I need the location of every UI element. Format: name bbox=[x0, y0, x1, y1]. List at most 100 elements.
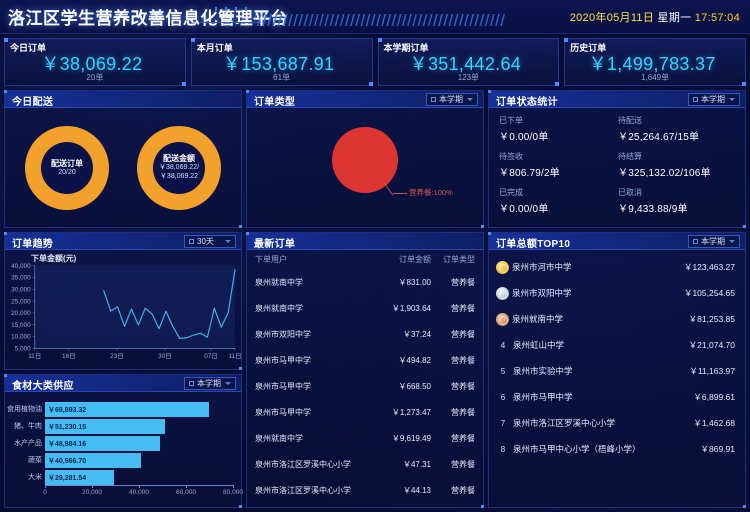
pie-leader-line-horizontal bbox=[393, 193, 407, 195]
panel-latest-orders: 最新订单 下单用户 订单金额 订单类型 泉州就南中学 ￥831.00 营养餐 泉州就南… bbox=[246, 232, 484, 512]
panel-body: 配送订单 20/20 配送金额 ￥38,069.22/ ￥38,069.22 bbox=[5, 108, 241, 227]
order-total-amount: ￥1,462.68 bbox=[693, 418, 735, 428]
panel-body: 泉州市河市中学 ￥123,463.27 泉州市双阳中学 ￥105,254.65 泉州就南… bbox=[489, 250, 745, 507]
status-value: ￥0.00/0单 bbox=[499, 204, 549, 215]
bar-value-label: ￥29,281.54 bbox=[48, 474, 87, 482]
list-item[interactable]: 7 泉州市洛江区罗溪中心小学 ￥1,462.68 bbox=[493, 410, 735, 436]
status-label: 已取消 bbox=[618, 188, 642, 197]
table-row[interactable]: 泉州市洛江区罗溪中心小学 ￥47.31 营养餐 bbox=[255, 451, 475, 477]
top10-period-dropdown[interactable]: 本学期 bbox=[688, 235, 740, 248]
column-header-type: 订单类型 bbox=[443, 255, 475, 264]
table-row[interactable]: 泉州市洛江区罗溪中心小学￥193.70营养餐 bbox=[255, 503, 475, 512]
rank-number: 8 bbox=[500, 444, 506, 454]
bar-value-label: ￥69,893.32 bbox=[48, 406, 87, 414]
status-value: ￥806.79/2单 bbox=[499, 168, 560, 179]
list-item[interactable]: 泉州市河市中学 ￥123,463.27 bbox=[493, 254, 735, 280]
svg-text:11日: 11日 bbox=[228, 352, 241, 360]
bar-category-label: 猪、牛肉 bbox=[14, 422, 42, 430]
chevron-down-icon bbox=[225, 240, 231, 243]
cell-amount: ￥37.24 bbox=[402, 329, 431, 339]
panel-title: 订单总额TOP10 bbox=[496, 239, 571, 250]
bar-x-tick-label: 40,000 bbox=[129, 489, 149, 496]
bar-value-label: ￥51,230.15 bbox=[48, 423, 87, 431]
list-item[interactable]: 泉州市双阳中学 ￥105,254.65 bbox=[493, 280, 735, 306]
panel-header: 最新订单 bbox=[247, 233, 483, 250]
bar-chart-food-supply: 食用植物油 ￥69,893.32 猪、牛肉 ￥51,230.15 水产产品 ￥48,984… bbox=[7, 400, 233, 485]
dropdown-label: 本学期 bbox=[701, 237, 725, 246]
supply-period-dropdown[interactable]: 本学期 bbox=[184, 377, 236, 390]
panel-order-total-top10: 订单总额TOP10 本学期 泉州市河市中学 ￥123,463.27 泉州市双阳中学 ￥… bbox=[488, 232, 746, 508]
cell-amount: ￥9,619.49 bbox=[391, 433, 431, 443]
cell-user: 泉州市双阳中学 bbox=[255, 329, 311, 339]
pie-chart-order-type: 营养餐:100% bbox=[247, 108, 483, 227]
panel-title: 订单类型 bbox=[254, 97, 296, 108]
table-row[interactable]: 泉州市双阳中学 ￥37.24 营养餐 bbox=[255, 321, 475, 347]
svg-text:35,000: 35,000 bbox=[11, 275, 31, 282]
order-total-amount: ￥123,463.27 bbox=[683, 262, 735, 272]
school-name: 泉州市洛江区罗溪中心小学 bbox=[513, 418, 616, 428]
donut-title: 配送金额 bbox=[163, 154, 195, 164]
panel-header: 订单总额TOP10 本学期 bbox=[489, 233, 745, 250]
rank-number: 5 bbox=[500, 366, 506, 376]
bar-value-label: ￥40,966.70 bbox=[48, 457, 87, 465]
panel-body: 下单用户 订单金额 订单类型 泉州就南中学 ￥831.00 营养餐 泉州就南中学 ￥1,… bbox=[247, 250, 483, 512]
panel-title: 食材大类供应 bbox=[12, 381, 74, 392]
chevron-down-icon bbox=[729, 240, 735, 243]
bar-x-tick-label: 0 bbox=[43, 489, 47, 496]
list-item[interactable]: 泉州就南中学 ￥81,253.85 bbox=[493, 306, 735, 332]
status-label: 待配送 bbox=[618, 116, 642, 125]
panel-body: 下单金额(元) 5,000 10,000 15,000 20,000 25,000 30,… bbox=[5, 250, 241, 369]
panel-body: 已下单 ￥0.00/0单 待配送 ￥25,264.67/15单 待签收 ￥806… bbox=[489, 108, 745, 227]
calendar-icon bbox=[189, 239, 194, 244]
table-row[interactable]: 泉州市马甲中学 ￥494.82 营养餐 bbox=[255, 347, 475, 373]
panel-header: 今日配送 bbox=[5, 91, 241, 108]
list-item[interactable]: 4 泉州虹山中学 ￥21,074.70 bbox=[493, 332, 735, 358]
order-status-grid: 已下单 ￥0.00/0单 待配送 ￥25,264.67/15单 待签收 ￥806… bbox=[489, 108, 745, 227]
cell-amount: ￥668.50 bbox=[398, 381, 431, 391]
bar-rect: ￥51,230.15 bbox=[45, 418, 166, 434]
status-value: ￥25,264.67/15单 bbox=[618, 132, 700, 143]
medal-silver-icon bbox=[496, 286, 509, 300]
table-row[interactable]: 泉州就南中学 ￥1,903.64 营养餐 bbox=[255, 295, 475, 321]
svg-text:07日: 07日 bbox=[204, 352, 218, 360]
bar-chart-x-axis: 0 20,000 40,000 60,000 80,000 bbox=[43, 485, 243, 507]
list-item[interactable]: 8 泉州市马甲中心小学（梧峰小学） ￥869.91 bbox=[493, 436, 735, 462]
order-status-period-dropdown[interactable]: 本学期 bbox=[688, 93, 740, 106]
school-name: 泉州虹山中学 bbox=[513, 340, 565, 350]
header-clock: 17:57:04 bbox=[694, 12, 740, 24]
header-weekday: 星期一 bbox=[657, 12, 692, 24]
bar-row: 蔬菜 ￥40,966.70 bbox=[28, 452, 233, 468]
list-item[interactable]: 6 泉州市马甲中学 ￥6,899.61 bbox=[493, 384, 735, 410]
list-item[interactable]: 5 泉州市实验中学 ￥11,163.97 bbox=[493, 358, 735, 384]
donut-value: 20/20 bbox=[58, 168, 76, 176]
order-total-amount: ￥105,254.65 bbox=[683, 288, 735, 298]
order-type-period-dropdown[interactable]: 本学期 bbox=[426, 93, 478, 106]
kpi-subtext: 20单 bbox=[86, 73, 104, 82]
calendar-icon bbox=[431, 97, 436, 102]
donut-title: 配送订单 bbox=[51, 158, 83, 168]
bar-rect: ￥48,984.16 bbox=[45, 435, 161, 451]
table-row[interactable]: 泉州市洛江区罗溪中心小学 ￥44.13 营养餐 bbox=[255, 477, 475, 503]
kpi-card-today: 今日订单 ￥38,069.22 20单 bbox=[4, 38, 186, 86]
line-chart-order-trend: 5,000 10,000 15,000 20,000 25,000 30,000 35,00… bbox=[11, 263, 241, 360]
cell-user: 泉州市马甲中学 bbox=[255, 407, 311, 417]
delivery-donut-group: 配送订单 20/20 配送金额 ￥38,069.22/ ￥38,069.22 bbox=[5, 108, 241, 227]
top10-rows: 泉州市河市中学 ￥123,463.27 泉州市双阳中学 ￥105,254.65 泉州就南… bbox=[489, 250, 745, 507]
donut-center: 配送订单 20/20 bbox=[41, 141, 93, 194]
medal-gold-icon bbox=[496, 260, 509, 274]
table-row[interactable]: 泉州就南中学 ￥9,619.49 营养餐 bbox=[255, 425, 475, 451]
table-row[interactable]: 泉州市马甲中学 ￥1,273.47 营养餐 bbox=[255, 399, 475, 425]
table-row[interactable]: 泉州市马甲中学 ￥668.50 营养餐 bbox=[255, 373, 475, 399]
trend-period-dropdown[interactable]: 30天 bbox=[184, 235, 236, 248]
panel-title: 今日配送 bbox=[12, 97, 54, 108]
status-cell-pending-receipt: 待签收 ￥806.79/2单 bbox=[499, 151, 618, 187]
calendar-icon bbox=[693, 97, 698, 102]
status-label: 已完成 bbox=[499, 188, 523, 197]
bar-row: 水产产品 ￥48,984.16 bbox=[14, 435, 233, 451]
order-total-amount: ￥6,899.61 bbox=[693, 392, 735, 402]
donut-chart-delivery-amount: 配送金额 ￥38,069.22/ ￥38,069.22 bbox=[137, 125, 221, 210]
dropdown-label: 本学期 bbox=[701, 95, 725, 104]
table-row[interactable]: 泉州就南中学 ￥831.00 营养餐 bbox=[255, 269, 475, 295]
panel-order-status: 订单状态统计 本学期 已下单 ￥0.00/0单 待配送 ￥25,264.67/1… bbox=[488, 90, 746, 228]
status-cell-pending-delivery: 待配送 ￥25,264.67/15单 bbox=[618, 115, 737, 151]
